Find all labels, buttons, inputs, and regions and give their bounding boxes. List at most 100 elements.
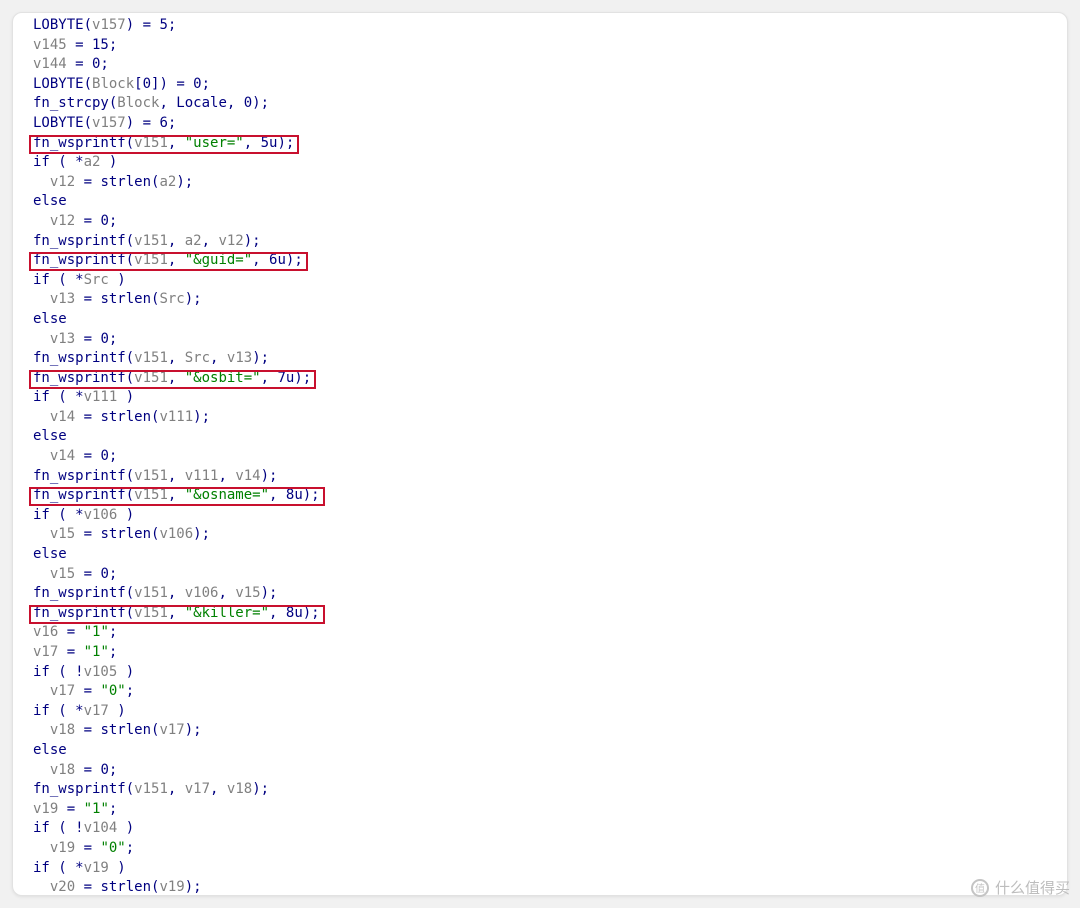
code-token: v19 [83,859,109,876]
code-token: v19 [49,839,76,856]
code-token: , 8u); [269,604,320,621]
code-token: ); [193,526,211,543]
code-token: fn_wsprintf( [33,604,135,621]
code-token: v105 [83,663,118,680]
code-token: "user=" [184,134,244,151]
code-token: v151 [134,467,168,484]
code-screenshot-card: LOBYTE(v157) = 5; v145 = 15; v144 = 0; LOBY… [12,12,1068,896]
code-token: fn_wsprintf( [33,350,135,367]
code-line: fn_wsprintf(v151, Src, v13); [33,349,320,369]
code-token: v151 [134,585,168,602]
code-line: if ( *v19 ) [33,859,320,879]
code-token: LOBYTE( [33,75,93,92]
code-line: v16 = "1"; [33,623,320,643]
code-line: if ( *Src ) [33,271,320,291]
code-line: v15 = 0; [33,565,320,585]
code-token: v151 [134,134,168,151]
code-token: fn_wsprintf( [33,369,135,386]
code-token: ) [108,859,126,876]
code-token: else [33,193,67,210]
code-line: if ( !v105 ) [33,663,320,683]
code-token: ); [260,467,278,484]
code-token: v14 [49,448,76,465]
code-token: v151 [134,604,168,621]
code-token: if ( ! [33,820,84,837]
code-token: ) [117,663,135,680]
code-token: = strlen( [75,173,160,190]
code-line: v14 = 0; [33,447,320,467]
code-token: , [167,487,185,504]
code-token: "0" [100,839,126,856]
code-token: = [58,624,84,641]
code-token: v16 [33,624,59,641]
code-line: if ( !v104 ) [33,819,320,839]
code-line: else [33,192,320,212]
code-line: fn_wsprintf(v151, a2, v12); [33,232,320,252]
code-token: v151 [134,252,168,269]
code-token: = 0; [75,565,118,582]
code-token: v17 [184,781,211,798]
code-line: LOBYTE(v157) = 6; [33,114,320,134]
code-token: ) = 6; [125,114,177,131]
code-token: ); [176,173,194,190]
code-line: fn_wsprintf(v151, "&osname=", 8u); [33,486,320,506]
code-token: = strlen( [75,291,160,308]
code-token: ); [243,232,261,249]
code-token: v12 [49,212,76,229]
code-line: if ( *v111 ) [33,388,320,408]
code-token: ); [184,879,202,896]
code-line: fn_wsprintf(v151, "&osbit=", 7u); [33,369,320,389]
code-token: = 0; [75,448,118,465]
code-token: if ( ! [33,663,84,680]
code-token: fn_wsprintf( [33,781,135,798]
code-token: v17 [49,683,76,700]
code-token: else [33,310,67,327]
code-token: ) [117,820,135,837]
code-token: v106 [184,585,219,602]
code-token: , [167,467,185,484]
code-token: "0" [100,683,126,700]
code-line: v13 = strlen(Src); [33,290,320,310]
code-token: v12 [218,232,244,249]
code-token: v104 [83,820,118,837]
code-token: = [58,800,84,817]
code-token: ) [117,389,135,406]
code-line: v12 = 0; [33,212,320,232]
code-line: v20 = strlen(v19); [33,878,320,896]
zhide-value-icon: 值 [970,878,989,897]
code-token: , [218,585,236,602]
code-token: , [167,134,185,151]
code-token: ) [117,506,135,523]
code-token: Block [117,95,160,112]
code-token: = 0; [75,761,118,778]
code-token: a2 [159,173,177,190]
code-line: v17 = "0"; [33,682,320,702]
code-token: v145 [33,36,67,53]
code-token: Src [83,271,109,288]
code-token: v18 [49,722,76,739]
code-token: v13 [49,330,76,347]
code-token: v15 [235,585,261,602]
code-token: "&killer=" [184,604,270,621]
code-token: , [167,232,185,249]
decompiled-code-block: LOBYTE(v157) = 5; v145 = 15; v144 = 0; LOBY… [33,16,320,896]
code-token: fn_wsprintf( [33,252,135,269]
code-token: a2 [184,232,202,249]
code-token: v111 [184,467,219,484]
watermark: 值 什么值得买 [970,877,1070,898]
code-token: v17 [33,644,59,660]
code-line: fn_strcpy(Block, Locale, 0); [33,94,320,114]
code-token: if ( * [33,389,84,406]
code-token: ) [108,702,126,719]
code-token: , [167,350,185,367]
code-token: v151 [134,369,168,386]
code-token: , 6u); [252,252,303,269]
code-token: , 7u); [260,369,312,386]
code-token: , [167,369,185,386]
code-token: v144 [33,56,67,73]
code-token: fn_wsprintf( [33,487,135,504]
